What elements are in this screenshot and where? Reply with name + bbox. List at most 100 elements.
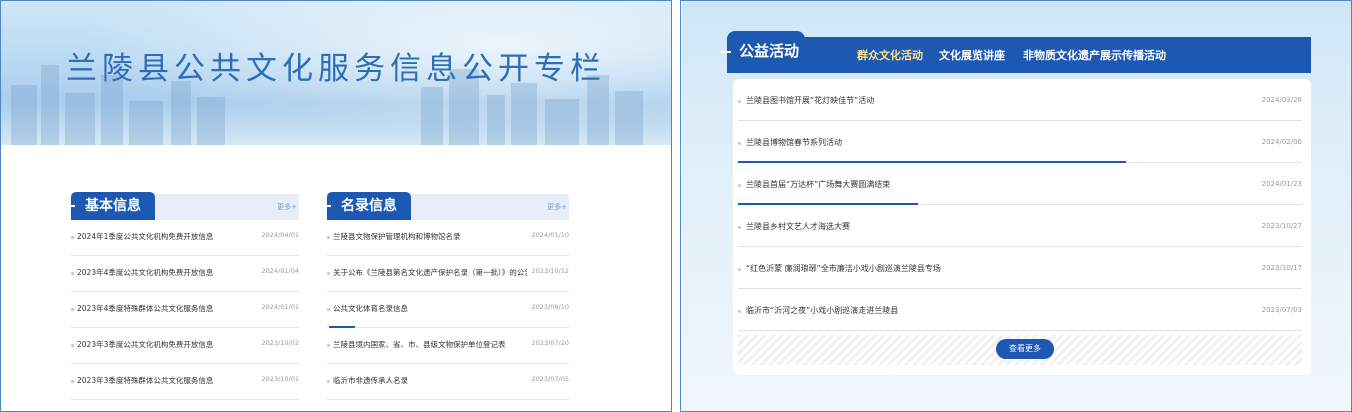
bullet-icon xyxy=(327,380,330,383)
list-item[interactable]: 2023年3季度公共文化机构免费开放信息 2023/10/02 xyxy=(71,328,299,364)
bullet-icon xyxy=(738,184,741,187)
list-item[interactable]: 兰陵县图书馆开展“花灯映佳节”活动 2024/03/26 xyxy=(738,79,1302,121)
list-item[interactable]: 兰陵县文物保护管理机构和博物馆名录 2024/01/10 xyxy=(327,220,569,256)
list-item-date: 2023/07/20 xyxy=(531,339,569,347)
tab-exhibition-lecture[interactable]: 文化展览讲座 xyxy=(939,47,1005,63)
list-item-title: 兰陵县境内国家、省、市、县级文物保护单位登记表 xyxy=(333,340,506,349)
banner-building xyxy=(615,91,643,145)
list-item[interactable]: 2023年4季度公共文化机构免费开放信息 2024/01/04 xyxy=(71,256,299,292)
list-item[interactable]: 2023年4季度特殊群体公共文化服务信息 2024/01/01 xyxy=(71,292,299,328)
banner-building xyxy=(197,97,225,145)
list-item[interactable]: 兰陵县首届“万达杯”广场舞大赛圆满结束 2024/01/23 xyxy=(738,163,1302,205)
list-item[interactable]: 关于公布《兰陵县第名文化遗产保护名录（第一批）》的公告 2023/10/12 xyxy=(327,256,569,292)
bullet-icon xyxy=(327,272,330,275)
bullet-icon xyxy=(327,308,330,311)
list-item[interactable]: 兰陵县乡村文艺人才海选大赛 2023/10/27 xyxy=(738,205,1302,247)
list-item-title: 兰陵县图书馆开展“花灯映佳节”活动 xyxy=(746,96,875,105)
tab-basic-info-label: 基本信息 xyxy=(85,198,141,214)
activities-panel: 公益活动 群众文化活动 文化展览讲座 非物质文化遗产展示传播活动 兰陵县图书馆开… xyxy=(721,31,1311,381)
tab-public-activities-label: 公益活动 xyxy=(739,42,800,60)
bullet-icon xyxy=(738,310,741,313)
activities-list: 兰陵县图书馆开展“花灯映佳节”活动 2024/03/26 兰陵县博物馆春节系列活动… xyxy=(733,79,1311,375)
right-panel-frame: 公益活动 群众文化活动 文化展览讲座 非物质文化遗产展示传播活动 兰陵县图书馆开… xyxy=(680,0,1352,412)
list-item-title: 2024年1季度公共文化机构免费开放信息 xyxy=(77,232,214,241)
list-item-date: 2024/04/01 xyxy=(261,231,299,239)
list-item[interactable]: 2024年1季度公共文化机构免费开放信息 2024/04/01 xyxy=(71,220,299,256)
list-item-title: 2023年4季度公共文化机构免费开放信息 xyxy=(77,268,214,277)
bullet-icon xyxy=(738,268,741,271)
bullet-icon xyxy=(738,142,741,145)
list-item-title: 兰陵县博物馆春节系列活动 xyxy=(746,138,842,147)
banner: 兰陵县公共文化服务信息公开专栏 xyxy=(1,1,671,145)
tab-directory-info-label: 名录信息 xyxy=(341,198,397,214)
banner-building xyxy=(171,81,191,145)
tab-dash-mark xyxy=(721,51,731,53)
list-item[interactable]: 临沂市“沂河之夜”小戏小剧巡演走进兰陵县 2023/07/03 xyxy=(738,289,1302,331)
tab-intangible-heritage[interactable]: 非物质文化遗产展示传播活动 xyxy=(1023,47,1166,63)
list-item-title: 公共文化体育名录信息 xyxy=(333,304,408,313)
banner-building xyxy=(421,87,443,145)
bullet-icon xyxy=(71,272,74,275)
list-item[interactable]: 临沂市非遗传承人名录 2023/07/05 xyxy=(327,364,569,400)
list-item-date: 2023/10/02 xyxy=(261,339,299,347)
list-item-date: 2024/01/01 xyxy=(261,303,299,311)
banner-building xyxy=(545,99,579,145)
banner-building xyxy=(65,93,95,145)
bullet-icon xyxy=(71,236,74,239)
list-item[interactable]: 2023年3季度特殊群体公共文化服务信息 2023/10/01 xyxy=(71,364,299,400)
list-item-date: 2023/07/05 xyxy=(531,375,569,383)
bullet-icon xyxy=(71,380,74,383)
tab-dash-mark xyxy=(65,205,75,207)
tab-dash-mark xyxy=(321,205,331,207)
list-item-title: 2023年3季度公共文化机构免费开放信息 xyxy=(77,340,214,349)
list-item-date: 2023/10/12 xyxy=(531,267,569,275)
bullet-icon xyxy=(738,100,741,103)
directory-info-list: 兰陵县文物保护管理机构和博物馆名录 2024/01/10 关于公布《兰陵县第名文化… xyxy=(327,220,569,400)
tab-public-activities[interactable]: 公益活动 xyxy=(721,31,805,73)
activities-tab-bar xyxy=(727,37,1311,73)
list-item-title: 兰陵县乡村文艺人才海选大赛 xyxy=(746,222,850,231)
basic-info-more-link[interactable]: 更多+ xyxy=(277,202,297,212)
list-item[interactable]: “红色沂蒙 廉润琅琊”全市廉洁小戏小剧巡演兰陵县专场 2023/10/17 xyxy=(738,247,1302,289)
list-item-date: 2024/03/26 xyxy=(1261,96,1302,104)
list-item-title: “红色沂蒙 廉润琅琊”全市廉洁小戏小剧巡演兰陵县专场 xyxy=(746,264,941,273)
tab-directory-info[interactable]: 名录信息 xyxy=(321,192,411,220)
list-item-title: 2023年4季度特殊群体公共文化服务信息 xyxy=(77,304,214,313)
directory-info-panel: 名录信息 更多+ 兰陵县文物保护管理机构和博物馆名录 2024/01/10 关于公… xyxy=(321,192,569,400)
basic-info-list: 2024年1季度公共文化机构免费开放信息 2024/04/01 2023年4季度公… xyxy=(71,220,299,400)
list-item-title: 临沂市“沂河之夜”小戏小剧巡演走进兰陵县 xyxy=(746,306,899,315)
bullet-icon xyxy=(71,344,74,347)
list-item-title: 2023年3季度特殊群体公共文化服务信息 xyxy=(77,376,214,385)
list-item-date: 2024/01/23 xyxy=(1261,180,1302,188)
list-item[interactable]: 公共文化体育名录信息 2023/08/10 xyxy=(327,292,569,328)
directory-info-header: 名录信息 更多+ xyxy=(321,192,569,220)
banner-building xyxy=(511,83,537,145)
banner-building xyxy=(129,101,163,145)
list-item-date: 2024/01/04 xyxy=(261,267,299,275)
list-item-title: 兰陵县首届“万达杯”广场舞大赛圆满结束 xyxy=(746,180,891,189)
view-more-button[interactable]: 查看更多 xyxy=(996,339,1054,359)
list-item-title: 关于公布《兰陵县第名文化遗产保护名录（第一批）》的公告 xyxy=(333,268,527,277)
bullet-icon xyxy=(327,344,330,347)
bullet-icon xyxy=(738,226,741,229)
list-item[interactable]: 兰陵县境内国家、省、市、县级文物保护单位登记表 2023/07/20 xyxy=(327,328,569,364)
directory-info-more-link[interactable]: 更多+ xyxy=(547,202,567,212)
basic-info-panel: 基本信息 更多+ 2024年1季度公共文化机构免费开放信息 2024/04/01 … xyxy=(65,192,299,400)
list-item-date: 2023/08/10 xyxy=(531,303,569,311)
list-item-date: 2023/10/01 xyxy=(261,375,299,383)
tab-basic-info[interactable]: 基本信息 xyxy=(65,192,155,220)
basic-info-header: 基本信息 更多+ xyxy=(65,192,299,220)
list-item-title: 兰陵县文物保护管理机构和博物馆名录 xyxy=(333,232,461,241)
bullet-icon xyxy=(327,236,330,239)
banner-building xyxy=(487,95,505,145)
left-panel-frame: 兰陵县公共文化服务信息公开专栏 基本信息 更多+ 2024年1季度公共文化机构免… xyxy=(0,0,672,412)
list-item-date: 2023/10/17 xyxy=(1261,264,1302,272)
list-item-title: 临沂市非遗传承人名录 xyxy=(333,376,408,385)
banner-building xyxy=(11,85,37,145)
list-item-date: 2023/10/27 xyxy=(1261,222,1302,230)
view-more-strip: 查看更多 xyxy=(738,335,1302,365)
list-item[interactable]: 兰陵县博物馆春节系列活动 2024/02/06 xyxy=(738,121,1302,163)
list-item-date: 2023/07/03 xyxy=(1261,306,1302,314)
page-title: 兰陵县公共文化服务信息公开专栏 xyxy=(66,51,606,87)
tab-mass-culture[interactable]: 群众文化活动 xyxy=(857,47,923,63)
